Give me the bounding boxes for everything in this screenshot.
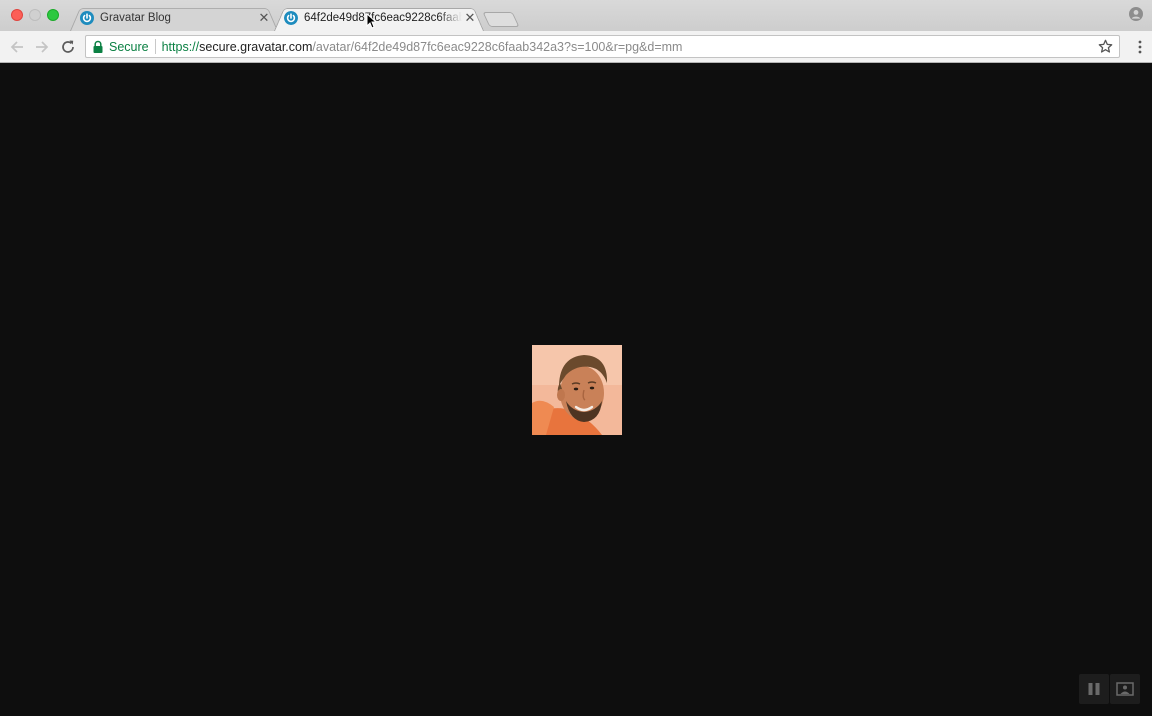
tab-strip: Gravatar Blog ✕ 64f2de49d87fc6eac9228c6f… bbox=[0, 0, 1152, 31]
lock-icon bbox=[93, 40, 103, 53]
picture-in-picture-icon bbox=[1116, 682, 1134, 696]
avatar-image[interactable] bbox=[532, 345, 622, 435]
star-icon[interactable] bbox=[1098, 39, 1113, 54]
divider bbox=[154, 39, 156, 54]
window-close-button[interactable] bbox=[11, 9, 23, 21]
url-scheme: https:// bbox=[161, 39, 200, 54]
mouse-cursor-icon bbox=[366, 13, 376, 29]
tab-close-icon[interactable]: ✕ bbox=[256, 10, 272, 26]
user-profile-icon[interactable] bbox=[1129, 7, 1143, 21]
browser-toolbar: Secure https:// secure.gravatar.com /ava… bbox=[0, 31, 1152, 63]
address-bar[interactable]: Secure https:// secure.gravatar.com /ava… bbox=[85, 35, 1120, 58]
gravatar-logo-icon bbox=[80, 11, 94, 25]
new-tab-button[interactable] bbox=[482, 12, 520, 27]
picture-in-picture-button[interactable] bbox=[1110, 674, 1140, 704]
window-maximize-button[interactable] bbox=[47, 9, 59, 21]
url-host: secure.gravatar.com bbox=[199, 39, 313, 54]
arrow-left-icon[interactable] bbox=[8, 38, 26, 56]
tab-title: 64f2de49d87fc6eac9228c6faab342a3 bbox=[304, 12, 462, 24]
tab-gravatar-blog[interactable]: Gravatar Blog ✕ bbox=[70, 5, 278, 31]
gravatar-logo-icon bbox=[284, 11, 298, 25]
arrow-right-icon[interactable] bbox=[33, 38, 51, 56]
pause-button[interactable] bbox=[1079, 674, 1109, 704]
security-label[interactable]: Secure bbox=[109, 40, 149, 54]
tab-title: Gravatar Blog bbox=[100, 12, 171, 24]
window-minimize-button[interactable] bbox=[29, 9, 41, 21]
url-path: /avatar/64f2de49d87fc6eac9228c6faab342a3… bbox=[312, 39, 683, 54]
page-viewport bbox=[0, 63, 1152, 716]
browser-window: Gravatar Blog ✕ 64f2de49d87fc6eac9228c6f… bbox=[0, 0, 1152, 716]
pause-icon bbox=[1088, 683, 1100, 695]
reload-icon[interactable] bbox=[59, 38, 77, 56]
tab-avatar-hash[interactable]: 64f2de49d87fc6eac9228c6faab342a3 ✕ bbox=[274, 5, 484, 31]
three-dots-menu-icon[interactable] bbox=[1138, 39, 1142, 55]
tab-close-icon[interactable]: ✕ bbox=[462, 10, 478, 26]
